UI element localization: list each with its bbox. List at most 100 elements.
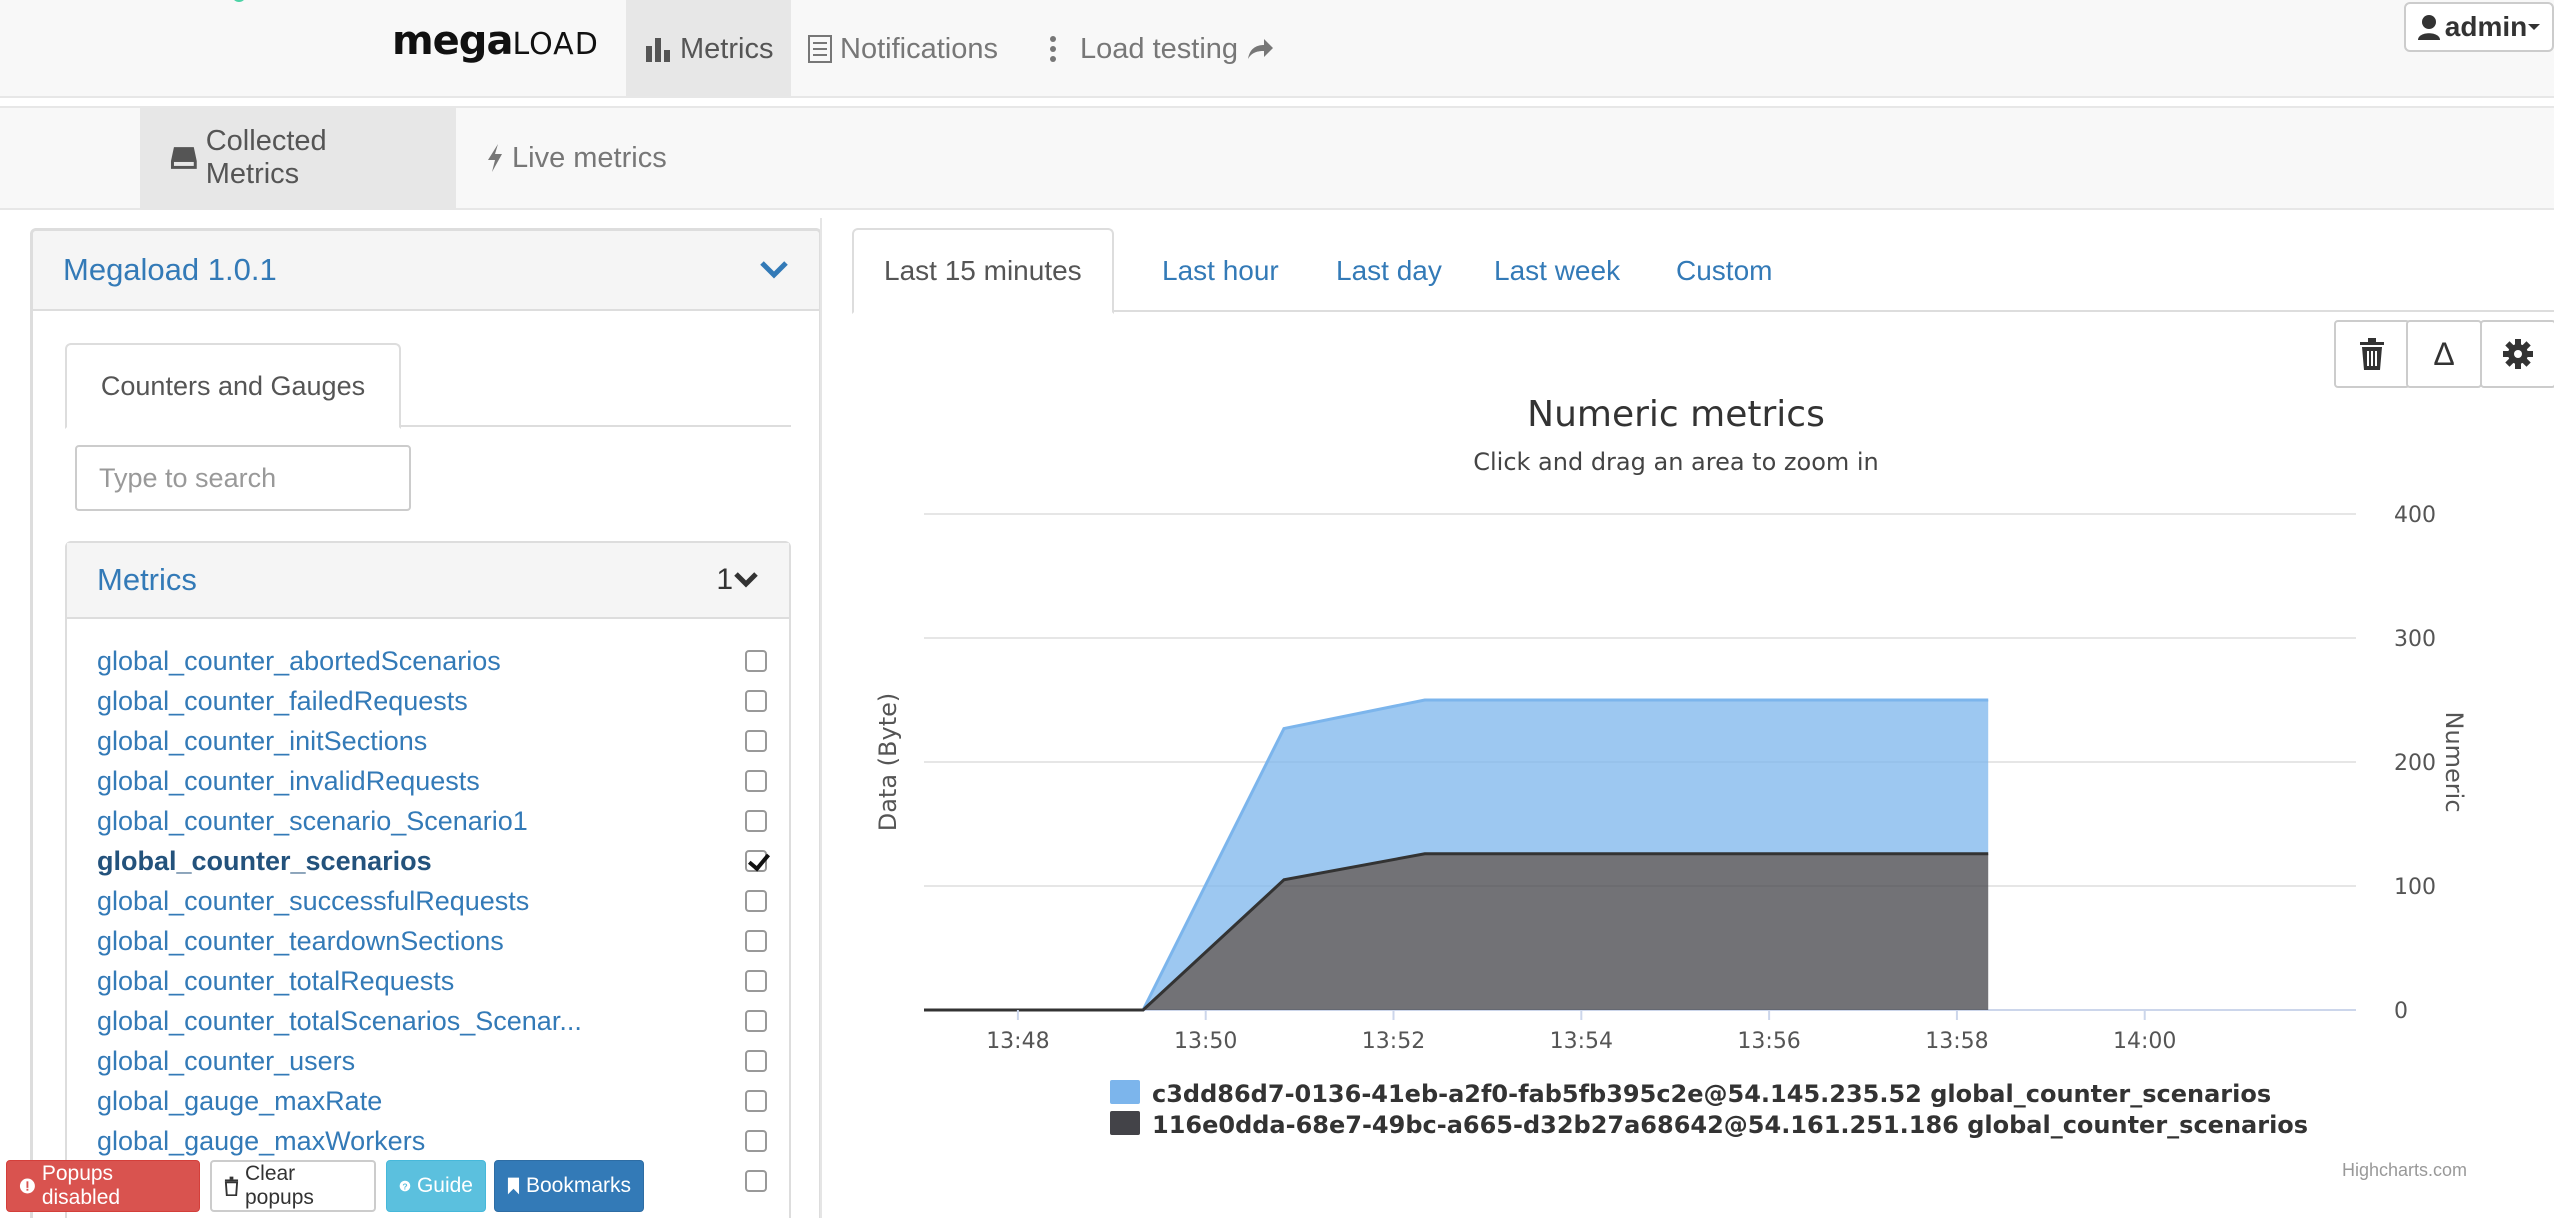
settings-button[interactable]: [2480, 320, 2554, 388]
numeric-metrics-chart[interactable]: Numeric metrics Click and drag an area t…: [860, 390, 2554, 1190]
tab-last-hour[interactable]: Last hour: [1132, 228, 1309, 314]
metric-checkbox[interactable]: [745, 850, 767, 872]
tab-collected-metrics[interactable]: Collected Metrics: [140, 108, 456, 208]
x-tick-label: 13:56: [1737, 1029, 1800, 1054]
chevron-down-icon[interactable]: [759, 260, 789, 280]
counters-tabs: Counters and Gauges: [65, 343, 791, 429]
metric-checkbox[interactable]: [745, 810, 767, 832]
metric-checkbox[interactable]: [745, 1130, 767, 1152]
x-tick-label: 13:48: [986, 1029, 1049, 1054]
nav-load-testing[interactable]: Load testing: [1030, 0, 1300, 98]
metric-name[interactable]: global_counter_totalScenarios_Scenar...: [97, 1006, 582, 1037]
brand-logo[interactable]: mega LOAD: [392, 18, 599, 78]
tab-last-week[interactable]: Last week: [1464, 228, 1650, 314]
metric-row[interactable]: global_counter_scenario_Scenario1: [97, 801, 767, 841]
y-tick-label: 200: [2394, 751, 2436, 776]
metrics-header[interactable]: Metrics 1: [67, 543, 789, 619]
metric-name[interactable]: global_counter_successfulRequests: [97, 886, 529, 917]
bookmarks-button[interactable]: Bookmarks: [494, 1160, 644, 1212]
metric-checkbox[interactable]: [745, 1010, 767, 1032]
metric-checkbox[interactable]: [745, 1050, 767, 1072]
metric-name[interactable]: global_counter_scenario_Scenario1: [97, 806, 528, 837]
y-tick-label: 100: [2394, 875, 2436, 900]
metric-name[interactable]: global_counter_totalRequests: [97, 966, 454, 997]
legend-item[interactable]: 116e0dda-68e7-49bc-a665-d32b27a68642@54.…: [1152, 1111, 2308, 1139]
metric-checkbox[interactable]: [745, 770, 767, 792]
svg-text:?: ?: [402, 1181, 407, 1191]
metric-checkbox[interactable]: [745, 1090, 767, 1112]
metric-row[interactable]: global_counter_scenarios: [97, 841, 767, 881]
tab-label: Last day: [1336, 255, 1442, 286]
tab-label: Last week: [1494, 255, 1621, 286]
metric-row[interactable]: global_counter_totalScenarios_Scenar...: [97, 1001, 767, 1041]
legend-item[interactable]: c3dd86d7-0136-41eb-a2f0-fab5fb395c2e@54.…: [1152, 1080, 2271, 1108]
metric-row[interactable]: global_counter_teardownSections: [97, 921, 767, 961]
panel-divider: [820, 218, 822, 1218]
search-input[interactable]: [75, 445, 411, 511]
user-menu-button[interactable]: admin: [2404, 2, 2554, 52]
metric-name[interactable]: global_gauge_maxRate: [97, 1086, 382, 1117]
metric-checkbox[interactable]: [745, 730, 767, 752]
series-2-area[interactable]: [924, 853, 1989, 1010]
chevron-down-icon: [734, 572, 758, 588]
metric-row[interactable]: global_counter_invalidRequests: [97, 761, 767, 801]
metric-name[interactable]: global_counter_scenarios: [97, 846, 432, 877]
y-tick-label: 400: [2394, 503, 2436, 528]
y-axis-right-label: Numeric: [2440, 711, 2468, 812]
highcharts-credit[interactable]: Highcharts.com: [2342, 1160, 2467, 1181]
chart-svg[interactable]: Numeric metrics Click and drag an area t…: [860, 390, 2554, 1190]
delta-icon: Δ: [2433, 335, 2455, 372]
metric-row[interactable]: global_gauge_maxRate: [97, 1081, 767, 1121]
metric-checkbox[interactable]: [745, 1170, 767, 1192]
x-tick-label: 13:54: [1550, 1029, 1613, 1054]
x-tick-label: 13:58: [1925, 1029, 1988, 1054]
legend-swatch[interactable]: [1110, 1111, 1140, 1135]
panel-header[interactable]: Megaload 1.0.1: [33, 231, 819, 311]
time-range-tabs: Last 15 minutes Last hour Last day Last …: [852, 228, 2554, 314]
metric-checkbox[interactable]: [745, 650, 767, 672]
guide-button[interactable]: ? Guide: [386, 1160, 486, 1212]
metrics-count: 1: [716, 563, 733, 596]
tab-last-15-minutes[interactable]: Last 15 minutes: [852, 228, 1114, 314]
metric-row[interactable]: global_counter_abortedScenarios: [97, 641, 767, 681]
metric-name[interactable]: global_counter_invalidRequests: [97, 766, 480, 797]
tab-counters-gauges-label: Counters and Gauges: [100, 370, 366, 401]
metric-checkbox[interactable]: [745, 930, 767, 952]
metric-checkbox[interactable]: [745, 970, 767, 992]
tab-last-day[interactable]: Last day: [1306, 228, 1472, 314]
metric-row[interactable]: global_counter_users: [97, 1041, 767, 1081]
metric-checkbox[interactable]: [745, 690, 767, 712]
tab-counters-gauges[interactable]: Counters and Gauges: [65, 343, 401, 429]
nav-metrics[interactable]: Metrics: [626, 0, 792, 98]
metric-name[interactable]: global_counter_abortedScenarios: [97, 646, 501, 677]
metric-name[interactable]: global_counter_users: [97, 1046, 355, 1077]
trash-icon: [224, 1176, 239, 1196]
clear-popups-button[interactable]: Clear popups: [210, 1160, 376, 1212]
metric-row[interactable]: global_counter_totalRequests: [97, 961, 767, 1001]
metrics-title: Metrics: [97, 562, 197, 597]
metric-name[interactable]: global_gauge_maxWorkers: [97, 1126, 425, 1157]
metric-row[interactable]: global_counter_failedRequests: [97, 681, 767, 721]
popups-disabled-button[interactable]: Popups disabled: [6, 1160, 200, 1212]
metrics-count-badge: 1: [716, 563, 759, 597]
guide-label: Guide: [416, 1174, 473, 1197]
nav-notifications[interactable]: Notifications: [790, 0, 1016, 98]
legend-swatch[interactable]: [1110, 1080, 1140, 1104]
metrics-selector-panel: Megaload 1.0.1 Counters and Gauges Metri…: [30, 228, 822, 1218]
x-tick-label: 13:50: [1174, 1029, 1237, 1054]
metric-row[interactable]: global_counter_successfulRequests: [97, 881, 767, 921]
metric-row[interactable]: global_counter_initSections: [97, 721, 767, 761]
metric-name[interactable]: global_counter_initSections: [97, 726, 427, 757]
exclamation-circle-icon: [19, 1178, 35, 1194]
metric-checkbox[interactable]: [745, 890, 767, 912]
metric-row[interactable]: global_gauge_maxWorkers: [97, 1121, 767, 1161]
tab-custom[interactable]: Custom: [1646, 228, 1802, 314]
user-name: admin: [2444, 11, 2528, 42]
metric-name[interactable]: global_counter_failedRequests: [97, 686, 468, 717]
delta-button[interactable]: Δ: [2406, 320, 2482, 388]
delete-chart-button[interactable]: [2334, 320, 2410, 388]
metric-name[interactable]: global_counter_teardownSections: [97, 926, 504, 957]
bookmark-icon: [507, 1177, 520, 1195]
tab-live-metrics[interactable]: Live metrics: [456, 108, 697, 208]
tab-live-label: Live metrics: [512, 141, 667, 174]
